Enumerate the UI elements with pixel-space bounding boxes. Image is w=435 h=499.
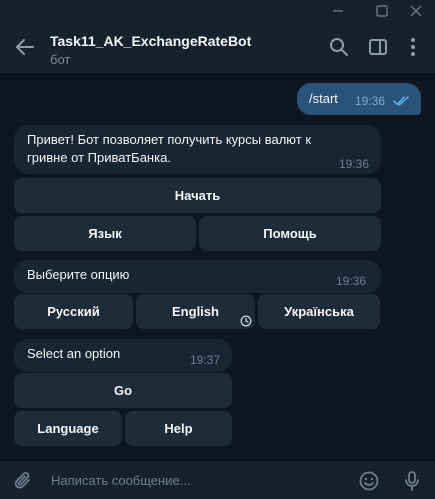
close-icon[interactable] (401, 0, 431, 22)
message-input[interactable]: Написать сообщение... (51, 473, 191, 488)
incoming-message[interactable]: Выберите опцию 19:36 (14, 260, 381, 293)
sidebar-toggle-icon[interactable] (367, 36, 389, 58)
incoming-message[interactable]: Привет! Бот позволяет получить курсы вал… (14, 125, 381, 174)
double-check-icon (393, 94, 411, 112)
message-time: 19:36 (355, 94, 386, 108)
ukrainian-button[interactable]: Українська (258, 294, 380, 329)
message-time: 19:36 (336, 274, 367, 288)
minimize-icon[interactable] (323, 0, 353, 22)
back-arrow-icon[interactable] (14, 36, 36, 58)
start-button[interactable]: Начать (14, 178, 381, 213)
message-list[interactable]: /start 19:36 Привет! Бот позволяет получ… (0, 75, 435, 460)
search-icon[interactable] (328, 36, 350, 58)
window-titlebar (0, 0, 435, 22)
go-button[interactable]: Go (14, 373, 232, 408)
chat-header: Task11_AK_ExchangeRateBot бот (0, 22, 435, 74)
message-text: /start (309, 91, 338, 106)
message-time: 19:36 (339, 157, 370, 171)
microphone-icon[interactable] (401, 470, 423, 492)
attach-paperclip-icon[interactable] (12, 470, 34, 492)
maximize-icon[interactable] (367, 0, 397, 22)
russian-button[interactable]: Русский (14, 294, 133, 329)
button-label: English (172, 304, 219, 319)
outgoing-message[interactable]: /start 19:36 (297, 83, 421, 115)
language-en-button[interactable]: Language (14, 411, 122, 446)
message-text: Привет! Бот позволяет получить курсы вал… (27, 132, 312, 165)
language-button[interactable]: Язык (14, 216, 196, 251)
incoming-message[interactable]: Select an option 19:37 (14, 339, 232, 372)
message-composer: Написать сообщение... (0, 460, 435, 499)
clock-icon (240, 314, 252, 332)
help-button[interactable]: Помощь (199, 216, 381, 251)
english-button[interactable]: English (136, 294, 255, 329)
emoji-icon[interactable] (358, 470, 380, 492)
message-text: Select an option (27, 346, 121, 361)
message-time: 19:37 (190, 353, 221, 367)
help-en-button[interactable]: Help (125, 411, 232, 446)
message-text: Выберите опцию (27, 267, 130, 282)
chat-title[interactable]: Task11_AK_ExchangeRateBot (50, 33, 251, 49)
more-menu-icon[interactable] (402, 36, 424, 58)
chat-subtitle: бот (50, 52, 71, 67)
